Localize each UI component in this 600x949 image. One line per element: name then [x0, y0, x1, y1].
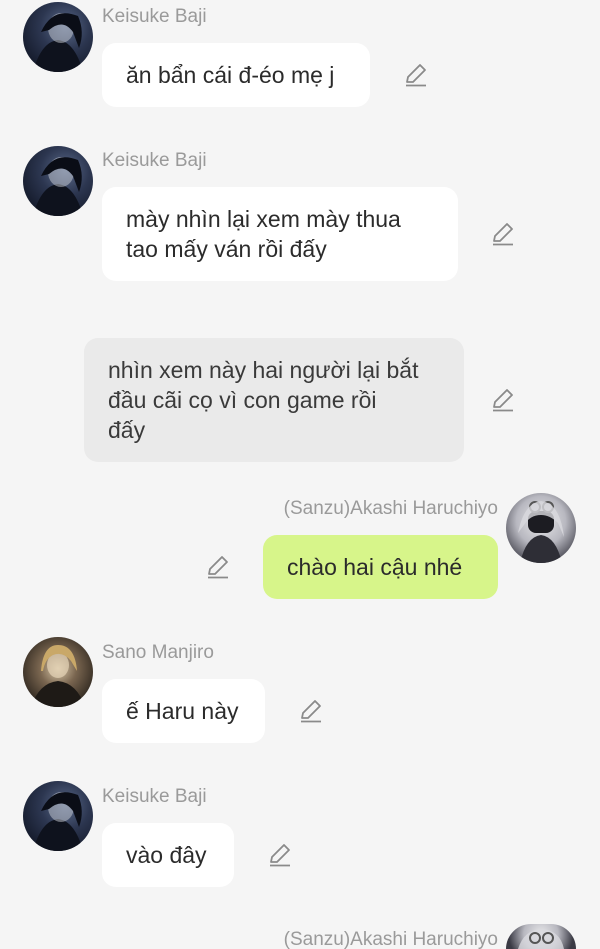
- pencil-icon[interactable]: [267, 842, 293, 868]
- avatar-keisuke-baji[interactable]: [23, 146, 93, 216]
- sender-name: Keisuke Baji: [102, 6, 207, 27]
- message-line: ăn bẩn cái đ-éo mẹ j: [126, 62, 335, 88]
- pencil-icon[interactable]: [205, 554, 231, 580]
- message-line: mày nhìn lại xem mày thua: [126, 206, 401, 232]
- avatar-sanzu[interactable]: [506, 924, 576, 949]
- pencil-icon[interactable]: [490, 221, 516, 247]
- avatar-sanzu[interactable]: [506, 493, 576, 563]
- message-bubble[interactable]: chào hai cậu nhé: [263, 535, 498, 599]
- sender-name: (Sanzu)Akashi Haruchiyo: [283, 929, 498, 949]
- message-line: đấy: [108, 417, 146, 443]
- message-bubble[interactable]: ăn bẩn cái đ-éo mẹ j: [102, 43, 370, 107]
- sender-name: (Sanzu)Akashi Haruchiyo: [283, 498, 498, 519]
- message-line: nhìn xem này hai người lại bắt: [108, 357, 419, 383]
- message-line: chào hai cậu nhé: [287, 554, 463, 580]
- message-bubble[interactable]: mày nhìn lại xem mày thua tao mấy ván rồ…: [102, 187, 458, 281]
- message-line: tao mấy ván rồi đấy: [126, 236, 327, 262]
- chat-thread: Keisuke Baji ăn bẩn cái đ-éo mẹ j Keisuk…: [0, 0, 600, 949]
- sender-name: Keisuke Baji: [102, 786, 207, 807]
- avatar-keisuke-baji[interactable]: [23, 781, 93, 851]
- pencil-icon[interactable]: [403, 62, 429, 88]
- pencil-icon[interactable]: [490, 387, 516, 413]
- sender-name: Keisuke Baji: [102, 150, 207, 171]
- sender-name: Sano Manjiro: [102, 642, 214, 663]
- avatar-sano-manjiro[interactable]: [23, 637, 93, 707]
- message-line: ế Haru này: [126, 698, 239, 724]
- message-bubble[interactable]: ế Haru này: [102, 679, 265, 743]
- avatar-keisuke-baji[interactable]: [23, 2, 93, 72]
- message-line: đầu cãi cọ vì con game rồi: [108, 387, 377, 413]
- narration-bubble[interactable]: nhìn xem này hai người lại bắt đầu cãi c…: [84, 338, 464, 462]
- pencil-icon[interactable]: [298, 698, 324, 724]
- message-bubble[interactable]: vào đây: [102, 823, 234, 887]
- message-line: vào đây: [126, 842, 207, 868]
